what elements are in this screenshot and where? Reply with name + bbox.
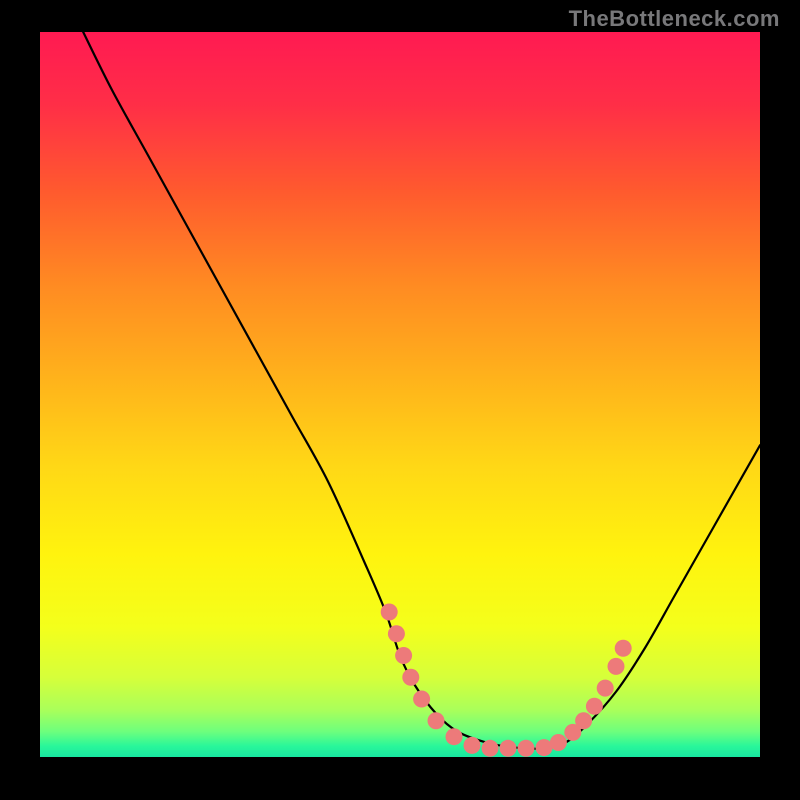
- marker-dot: [518, 740, 535, 757]
- marker-dot: [395, 647, 412, 664]
- chart-svg: [0, 0, 800, 800]
- marker-dot: [608, 658, 625, 675]
- marker-dot: [446, 728, 463, 745]
- marker-dot: [413, 691, 430, 708]
- marker-dot: [428, 712, 445, 729]
- marker-dot: [402, 669, 419, 686]
- marker-dot: [586, 698, 603, 715]
- marker-dot: [550, 734, 567, 751]
- marker-dot: [482, 740, 499, 757]
- marker-dot: [500, 740, 517, 757]
- marker-dot: [464, 737, 481, 754]
- chart-stage: TheBottleneck.com: [0, 0, 800, 800]
- marker-dot: [615, 640, 632, 657]
- marker-dot: [381, 604, 398, 621]
- marker-dot: [575, 712, 592, 729]
- marker-dot: [597, 680, 614, 697]
- marker-dot: [388, 625, 405, 642]
